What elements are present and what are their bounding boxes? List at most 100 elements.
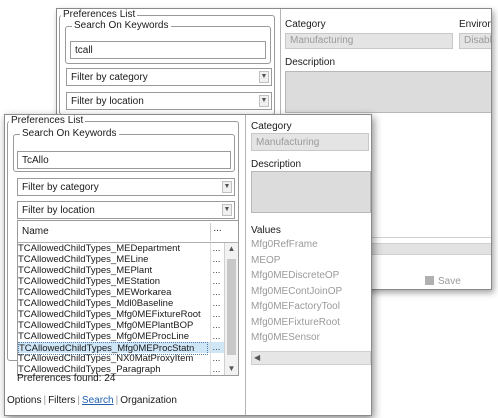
scroll-up-icon[interactable]: ▲ (225, 243, 238, 255)
table-cell-name: TCAllowedChildTypes_Mfg0MEPlantBOP (18, 320, 194, 331)
chevron-down-icon: ▼ (222, 204, 232, 216)
table-cell-extra[interactable]: ... (210, 309, 222, 320)
preferences-table-body: TCAllowedChildTypes_MEDepartment... TCAll… (18, 243, 238, 376)
column-header-extra[interactable]: ... (210, 223, 224, 241)
back-search-group: Search On Keywords tcall (65, 20, 271, 64)
values-horizontal-scrollbar[interactable]: ◀ (251, 351, 371, 365)
table-cell-extra[interactable]: ... (210, 276, 222, 287)
table-cell-extra[interactable]: ... (210, 298, 222, 309)
back-environment-value: Disable (464, 35, 492, 46)
back-category-label: Category (285, 19, 326, 30)
value-list-item[interactable]: Mfg0RefFrame (251, 237, 371, 253)
front-description-label: Description (251, 159, 302, 170)
table-cell-extra[interactable]: ... (210, 254, 222, 265)
table-row[interactable]: TCAllowedChildTypes_Mfg0MEPlantBOP... (18, 320, 238, 331)
back-environment-label: Environ (459, 19, 492, 30)
value-list-item[interactable]: Mfg0MESensor (251, 330, 371, 346)
table-cell-name: TCAllowedChildTypes_Mdl0Baseline (18, 298, 174, 309)
value-list-item[interactable]: Mfg0MEContJoinOP (251, 284, 371, 300)
back-filter-category-select[interactable]: Filter by category ▼ (66, 68, 272, 86)
tab-filters[interactable]: Filters (46, 395, 77, 406)
tab-organization[interactable]: Organization (118, 395, 179, 406)
back-description-box (285, 71, 491, 113)
save-button[interactable]: Save (425, 273, 471, 289)
table-cell-name: TCAllowedChildTypes_NX0MatProxyItem (18, 353, 194, 364)
scrollbar-thumb[interactable] (227, 259, 236, 355)
back-category-value: Manufacturing (290, 35, 354, 46)
bottom-tab-bar: Options | Filters | Search | Organization (5, 395, 179, 406)
table-cell-extra[interactable]: ... (210, 342, 222, 353)
tab-search[interactable]: Search (80, 395, 116, 406)
chevron-down-icon: ▼ (259, 71, 269, 83)
table-cell-name: TCAllowedChildTypes_MELine (18, 254, 149, 265)
table-row[interactable]: TCAllowedChildTypes_Mfg0MEProcLine... (18, 331, 238, 342)
chevron-down-icon: ▼ (259, 95, 269, 107)
table-cell-name: TCAllowedChildTypes_Mfg0MEFixtureRoot (18, 309, 201, 320)
table-row[interactable]: TCAllowedChildTypes_Mfg0MEFixtureRoot... (18, 309, 238, 320)
value-list-item[interactable]: Mfg0MEFixtureRoot (251, 315, 371, 331)
save-button-label: Save (438, 276, 461, 287)
back-description-label: Description (285, 57, 336, 68)
front-preferences-window: Preferences List Search On Keywords TcAl… (4, 114, 372, 416)
back-filter-location-select[interactable]: Filter by location ▼ (66, 92, 272, 110)
table-cell-extra[interactable]: ... (210, 287, 222, 298)
front-filter-category-select[interactable]: Filter by category ▼ (17, 178, 235, 196)
front-preferences-list-group: Preferences List Search On Keywords TcAl… (7, 115, 239, 376)
table-cell-name: TCAllowedChildTypes_MEStation (18, 276, 161, 287)
table-vertical-scrollbar[interactable]: ▲ ▼ (224, 243, 238, 375)
front-search-input[interactable]: TcAllo (17, 151, 231, 169)
back-category-field: Manufacturing (285, 33, 453, 49)
table-cell-name: TCAllowedChildTypes_MEPlant (18, 265, 153, 276)
table-row[interactable]: TCAllowedChildTypes_NX0MatProxyItem... (18, 353, 238, 364)
table-row[interactable]: TCAllowedChildTypes_MEPlant... (18, 265, 238, 276)
preferences-table-header: Name ... (18, 221, 238, 243)
column-header-name[interactable]: Name (22, 226, 49, 237)
front-search-label: Search On Keywords (20, 128, 119, 140)
table-row[interactable]: TCAllowedChildTypes_MELine... (18, 254, 238, 265)
value-list-item[interactable]: Mfg0MEFactoryTool (251, 299, 371, 315)
back-preferences-list-group: Preferences List Search On Keywords tcal… (59, 9, 275, 115)
table-row[interactable]: TCAllowedChildTypes_MEDepartment... (18, 243, 238, 254)
table-row[interactable]: TCAllowedChildTypes_Mfg0MEProcStatn... (18, 342, 238, 355)
back-search-input[interactable]: tcall (70, 41, 266, 59)
save-icon (425, 276, 434, 285)
tab-options[interactable]: Options (5, 395, 43, 406)
value-list-item[interactable]: MEOP (251, 253, 371, 269)
table-cell-extra[interactable]: ... (210, 375, 222, 376)
back-environment-field: Disable (459, 33, 492, 49)
back-search-label: Search On Keywords (72, 20, 171, 32)
preferences-found-count: Preferences found: 24 (17, 373, 116, 384)
table-cell-extra[interactable]: ... (210, 320, 222, 331)
front-category-value: Manufacturing (256, 137, 320, 148)
table-cell-extra[interactable]: ... (210, 353, 222, 364)
front-search-group: Search On Keywords TcAllo (13, 128, 235, 172)
table-cell-name: TCAllowedChildTypes_MEWorkarea (18, 287, 172, 298)
table-cell-extra[interactable]: ... (210, 265, 222, 276)
front-description-box (251, 171, 371, 213)
preferences-table: Name ... TCAllowedChildTypes_MEDepartmen… (17, 220, 239, 376)
back-filter-category-text: Filter by category (71, 72, 148, 83)
front-filter-category-text: Filter by category (22, 182, 99, 193)
table-cell-extra[interactable]: ... (210, 364, 222, 375)
table-cell-extra[interactable]: ... (210, 331, 222, 342)
front-category-label: Category (251, 121, 292, 132)
table-row[interactable]: TCAllowedChildTypes_Mdl0Baseline... (18, 298, 238, 309)
front-divider (245, 115, 246, 415)
table-cell-name: TCAllowedChildTypes_Mfg0MEProcLine (18, 331, 190, 342)
values-list: Mfg0RefFrame MEOP Mfg0MEDiscreteOP Mfg0MECo… (251, 237, 371, 346)
table-row[interactable]: TCAllowedChildTypes_MEWorkarea... (18, 287, 238, 298)
scroll-down-icon[interactable]: ▼ (225, 363, 238, 375)
front-filter-location-text: Filter by location (22, 205, 95, 216)
back-filter-location-text: Filter by location (71, 96, 144, 107)
chevron-down-icon: ▼ (222, 181, 232, 193)
table-cell-name: TCAllowedChildTypes_MEDepartment (18, 243, 181, 254)
front-preferences-list-label: Preferences List (9, 115, 86, 127)
table-cell-extra[interactable]: ... (210, 243, 222, 254)
table-row[interactable]: TCAllowedChildTypes_MEStation... (18, 276, 238, 287)
front-category-field: Manufacturing (251, 133, 369, 151)
value-list-item[interactable]: Mfg0MEDiscreteOP (251, 268, 371, 284)
back-lower-strip (371, 243, 491, 255)
front-filter-location-select[interactable]: Filter by location ▼ (17, 201, 235, 219)
front-values-label: Values (251, 225, 281, 236)
scroll-left-icon[interactable]: ◀ (254, 352, 260, 364)
